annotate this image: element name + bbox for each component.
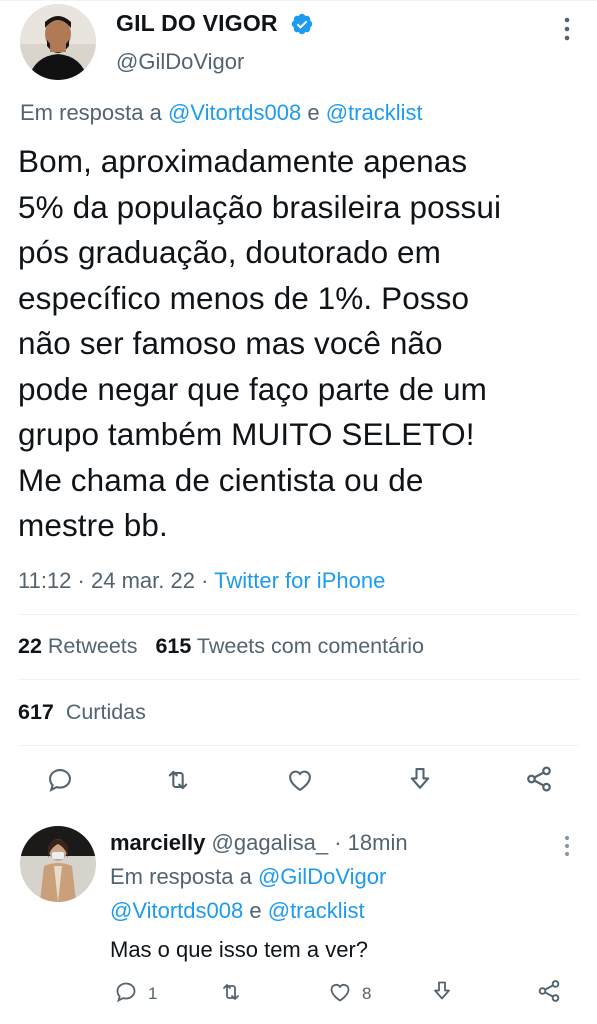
quotes-count: 615 — [155, 634, 192, 658]
tweet-time[interactable]: 11:12 — [18, 568, 71, 593]
tweet-date[interactable]: 24 mar. 22 — [91, 568, 195, 593]
likes-stat[interactable]: 617 Curtidas — [18, 700, 146, 725]
meta-separator: · — [201, 568, 209, 593]
tweet-source[interactable]: Twitter for iPhone — [214, 568, 385, 593]
tweet-text: Bom, aproximadamente apenas 5% da popula… — [18, 143, 502, 543]
reply-context: Em resposta a @Vitortds008 e @tracklist — [20, 100, 423, 126]
mention-link[interactable]: @GilDoVigor — [258, 864, 386, 889]
likes-label: Curtidas — [65, 700, 146, 724]
section-divider — [0, 0, 597, 1]
share-icon[interactable] — [406, 764, 434, 794]
reply-tweet-text: Mas o que isso tem a ver? — [110, 937, 369, 962]
reply-conjunction: e — [307, 100, 320, 125]
upload-icon[interactable] — [536, 978, 562, 1004]
meta-separator: · — [334, 830, 342, 855]
retweet-icon[interactable] — [218, 980, 244, 1004]
like-icon[interactable] — [327, 980, 353, 1004]
retweet-icon[interactable] — [163, 766, 193, 794]
like-icon[interactable] — [285, 766, 315, 794]
retweets-label: Retweets — [47, 634, 138, 658]
mention-link[interactable]: @tracklist — [268, 898, 365, 923]
meta-separator: · — [77, 568, 85, 593]
reply-icon[interactable] — [114, 980, 138, 1004]
reply-context-cont: @Vitortds008 e @tracklist — [110, 898, 365, 924]
reply-count: 1 — [148, 984, 158, 1003]
reply-header: marcielly @gagalisa_ · 18min — [110, 830, 408, 856]
likes-count: 617 — [18, 700, 54, 724]
reply-author-avatar[interactable] — [20, 826, 96, 902]
quotes-stat[interactable]: 615 Tweets com comentário — [155, 634, 424, 658]
tweet-meta: 11:12 · 24 mar. 22 · Twitter for iPhone — [18, 568, 385, 594]
quotes-label: Tweets com comentário — [196, 634, 424, 658]
reply-conjunction: e — [249, 898, 262, 923]
verified-badge-icon — [291, 13, 313, 35]
author-handle[interactable]: @GilDoVigor — [116, 49, 244, 75]
mention-link[interactable]: @Vitortds008 — [168, 100, 301, 125]
reply-icon[interactable] — [46, 766, 74, 794]
divider — [18, 745, 579, 746]
reply-prefix: Em resposta a — [110, 864, 252, 889]
mention-link[interactable]: @tracklist — [326, 100, 423, 125]
upload-icon[interactable] — [524, 764, 554, 794]
more-icon[interactable] — [562, 834, 572, 858]
author-display-name[interactable]: GIL DO VIGOR — [116, 10, 278, 37]
like-count: 8 — [362, 984, 372, 1003]
reply-context: Em resposta a @GilDoVigor — [110, 864, 386, 890]
reply-author-name[interactable]: marcielly — [110, 830, 205, 855]
reply-prefix: Em resposta a — [20, 100, 162, 125]
mention-link[interactable]: @Vitortds008 — [110, 898, 243, 923]
more-icon[interactable] — [562, 16, 572, 42]
author-avatar[interactable] — [20, 4, 96, 80]
reply-author-handle[interactable]: @gagalisa_ — [212, 830, 329, 855]
retweet-stats: 22 Retweets 615 Tweets com comentário — [18, 634, 424, 659]
retweets-stat[interactable]: 22 Retweets — [18, 634, 138, 658]
divider — [18, 679, 579, 680]
divider — [18, 614, 579, 615]
share-icon[interactable] — [430, 978, 454, 1004]
reply-time-ago[interactable]: 18min — [348, 830, 408, 855]
retweets-count: 22 — [18, 634, 42, 658]
